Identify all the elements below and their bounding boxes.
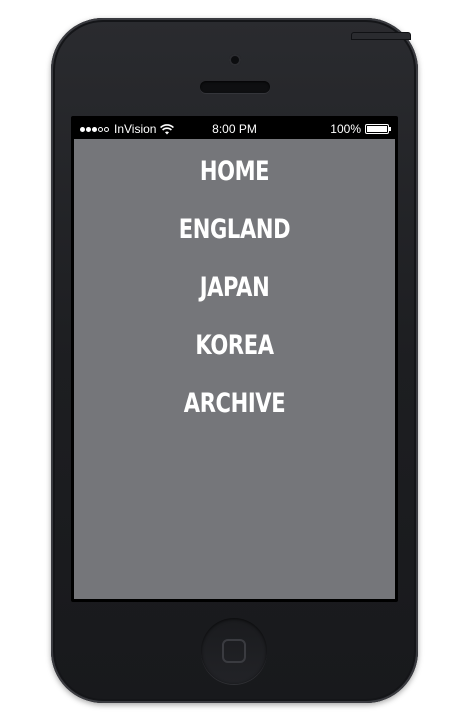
status-right: 100% — [330, 119, 391, 139]
battery-percent: 100% — [330, 122, 361, 136]
front-camera — [229, 54, 241, 66]
phone-frame: InVision 8:00 PM 100% HOME ENGLAND JAPAN… — [51, 18, 418, 703]
sleep-button — [351, 32, 411, 40]
battery-icon — [365, 124, 391, 134]
earpiece-speaker — [200, 81, 270, 93]
battery-level-fill — [367, 126, 387, 132]
nav-item-archive[interactable]: ARCHIVE — [109, 389, 359, 447]
main-nav: HOME ENGLAND JAPAN KOREA ARCHIVE — [74, 157, 395, 447]
menu-screen: HOME ENGLAND JAPAN KOREA ARCHIVE — [74, 139, 395, 599]
nav-item-england[interactable]: ENGLAND — [109, 215, 359, 273]
nav-item-korea[interactable]: KOREA — [109, 331, 359, 389]
home-button[interactable] — [201, 618, 267, 684]
phone-screen: InVision 8:00 PM 100% HOME ENGLAND JAPAN… — [71, 116, 398, 602]
battery-nub — [389, 127, 391, 131]
nav-item-japan[interactable]: JAPAN — [109, 273, 359, 331]
nav-item-home[interactable]: HOME — [109, 157, 359, 215]
home-square-icon — [222, 639, 246, 663]
status-bar: InVision 8:00 PM 100% — [74, 119, 395, 139]
